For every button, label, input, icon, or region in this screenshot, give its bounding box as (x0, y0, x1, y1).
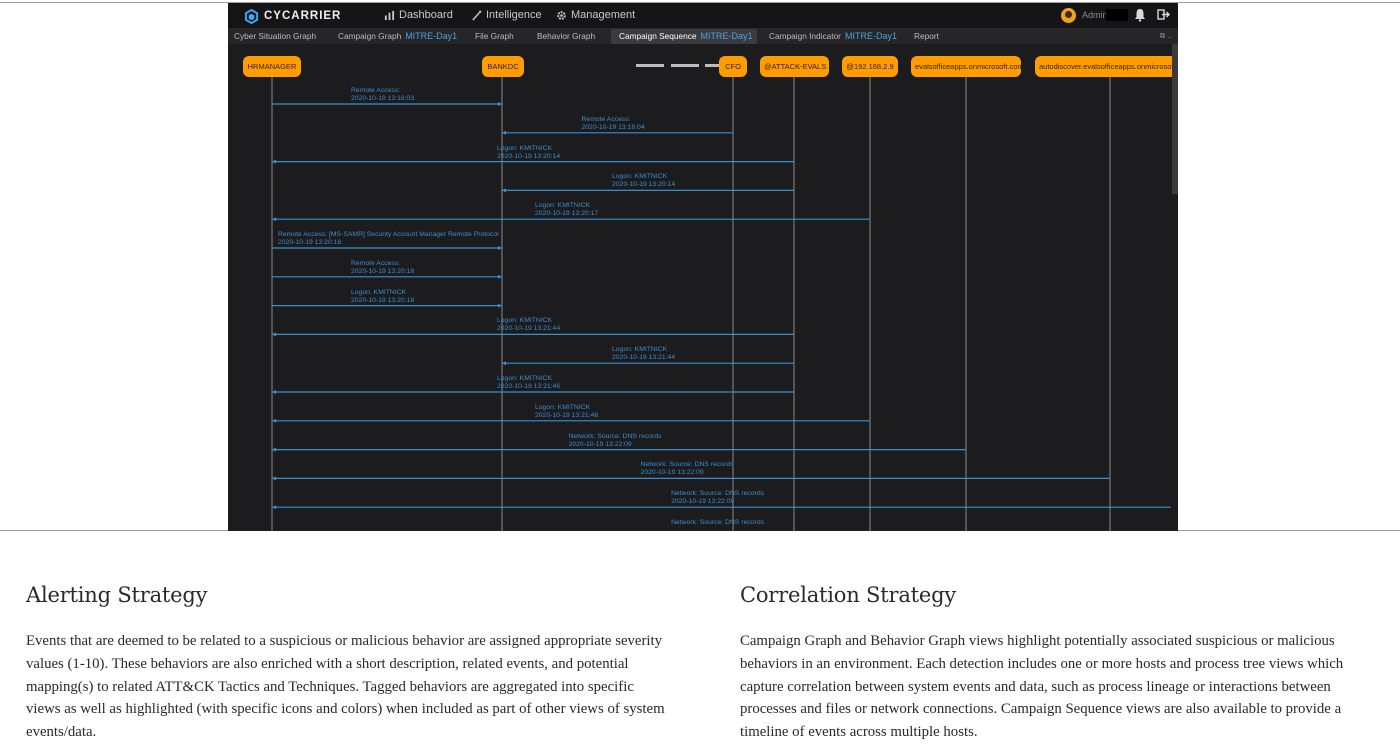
message-label[interactable]: Remote Access: [MS-SAMR] Security Accoun… (278, 231, 499, 247)
message-text: Remote Access: (581, 115, 631, 123)
message-time: 2020-10-19 13:20:17 (535, 210, 599, 218)
actor-evalsofficeapps[interactable]: evalsofficeapps.onmicrosoft.com (911, 56, 1021, 77)
vertical-scrollbar[interactable] (1172, 44, 1178, 194)
message-label[interactable]: Remote Access: 2020-10-19 13:18:03 (351, 87, 414, 103)
actor-hrmanager[interactable]: HRMANAGER (243, 56, 301, 77)
message-time: 2020-10-19 13:18:04 (581, 123, 645, 131)
message-text: Logon: KMITNICK (351, 288, 407, 296)
message-text: Network: Source: DNS records (568, 432, 662, 440)
message-label[interactable]: Logon: KMITNICK 2020-10-19 13:20:17 (535, 202, 598, 218)
alerting-strategy-body: Events that are deemed to be related to … (26, 633, 665, 741)
message-text: Logon: KMITNICK (535, 403, 591, 411)
message-time: 2020-10-19 13:20:18 (351, 296, 415, 304)
message-label[interactable]: Network: Source: DNS records 2020-10-19 1… (641, 461, 734, 477)
zoom-dash (671, 64, 699, 67)
alerting-strategy-title: Alerting Strategy (26, 583, 208, 607)
message-time: 2020-10-19 13:21:46 (497, 383, 561, 390)
message-text: Logon: KMITNICK (612, 346, 668, 354)
message-text: Remote Access: (351, 87, 401, 94)
message-label[interactable]: Network: Source: DNS records 2020-10-19 1… (569, 433, 662, 449)
message-time: 2020-10-19 13:20:14 (612, 181, 676, 189)
actor-ip-192-168-2-9[interactable]: @192.168.2.9 (842, 56, 898, 77)
message-time: 2020-10-19 13:21:44 (497, 325, 561, 333)
message-label[interactable]: Remote Access: 2020-10-19 13:18:04 (582, 116, 645, 132)
message-text: Logon: KMITNICK (497, 375, 553, 382)
message-time: 2020-10-19 13:22:09 (568, 440, 632, 448)
message-text: Remote Access: (351, 259, 401, 267)
message-label[interactable]: Logon: KMITNICK 2020-10-19 13:20:14 (497, 145, 560, 161)
actor-bankdc[interactable]: BANKDC (482, 56, 524, 77)
sequence-diagram: HRMANAGER BANKDC CFO @ATTACK-EVALS @192.168.… (228, 3, 1178, 531)
message-label[interactable]: Logon: KMITNICK 2020-10-19 13:21:46 (535, 404, 598, 420)
message-label[interactable]: Logon: KMITNICK 2020-10-19 13:20:14 (612, 173, 675, 189)
message-time: 2020-10-19 13:22:09 (640, 469, 704, 477)
message-time: 2020-10-19 13:21:46 (535, 411, 599, 419)
message-time: 2020-10-19 13:21:44 (612, 354, 676, 362)
screenshot-divider-left (0, 530, 228, 531)
screenshot-divider-right (1178, 530, 1400, 531)
correlation-strategy-body: Campaign Graph and Behavior Graph views … (740, 633, 1344, 741)
app-screenshot: CYCARRIER Dashboard Intelligence Managem… (228, 3, 1178, 531)
correlation-strategy-title: Correlation Strategy (740, 583, 957, 607)
message-text: Network: Source: DNS records (671, 490, 765, 498)
actor-cfo[interactable]: CFO (719, 56, 747, 77)
message-label[interactable]: Logon: KMITNICK 2020-10-19 13:21:44 (612, 346, 675, 362)
message-text: Logon: KMITNICK (497, 144, 553, 152)
message-text: Remote Access: [MS-SAMR] Security Accoun… (278, 231, 499, 238)
message-text: Network: Source: DNS records (640, 461, 734, 469)
message-label[interactable]: Logon: KMITNICK 2020-10-19 13:20:18 (351, 289, 414, 305)
actor-attack-evals[interactable]: @ATTACK-EVALS (760, 56, 829, 77)
actor-autodiscover-evalsofficeapps[interactable]: autodiscover.evalsofficeapps.onmicrosoft… (1035, 56, 1178, 77)
message-label[interactable]: Logon: KMITNICK 2020-10-19 13:21:46 (497, 375, 560, 391)
message-time: 2020-10-19 13:22:09 (671, 498, 735, 506)
message-time: 2020-10-19 13:18:03 (351, 95, 415, 102)
message-time: 2020-10-19 13:20:18 (278, 239, 342, 246)
message-time: 2020-10-19 13:20:14 (497, 152, 561, 160)
message-text: Network: Source: DNS records (671, 519, 765, 526)
message-text: Logon: KMITNICK (612, 173, 668, 181)
zoom-dash (636, 64, 664, 67)
message-label[interactable]: Logon: KMITNICK 2020-10-19 13:21:44 (497, 317, 560, 333)
message-time: 2020-10-19 13:20:18 (351, 267, 415, 275)
message-label[interactable]: Network: Source: DNS records 2020-10-19 1… (671, 490, 764, 506)
message-text: Logon: KMITNICK (535, 202, 591, 210)
message-label[interactable]: Network: Source: DNS records (671, 519, 764, 527)
message-text: Logon: KMITNICK (497, 317, 553, 325)
message-label[interactable]: Remote Access: 2020-10-19 13:20:18 (351, 260, 414, 276)
